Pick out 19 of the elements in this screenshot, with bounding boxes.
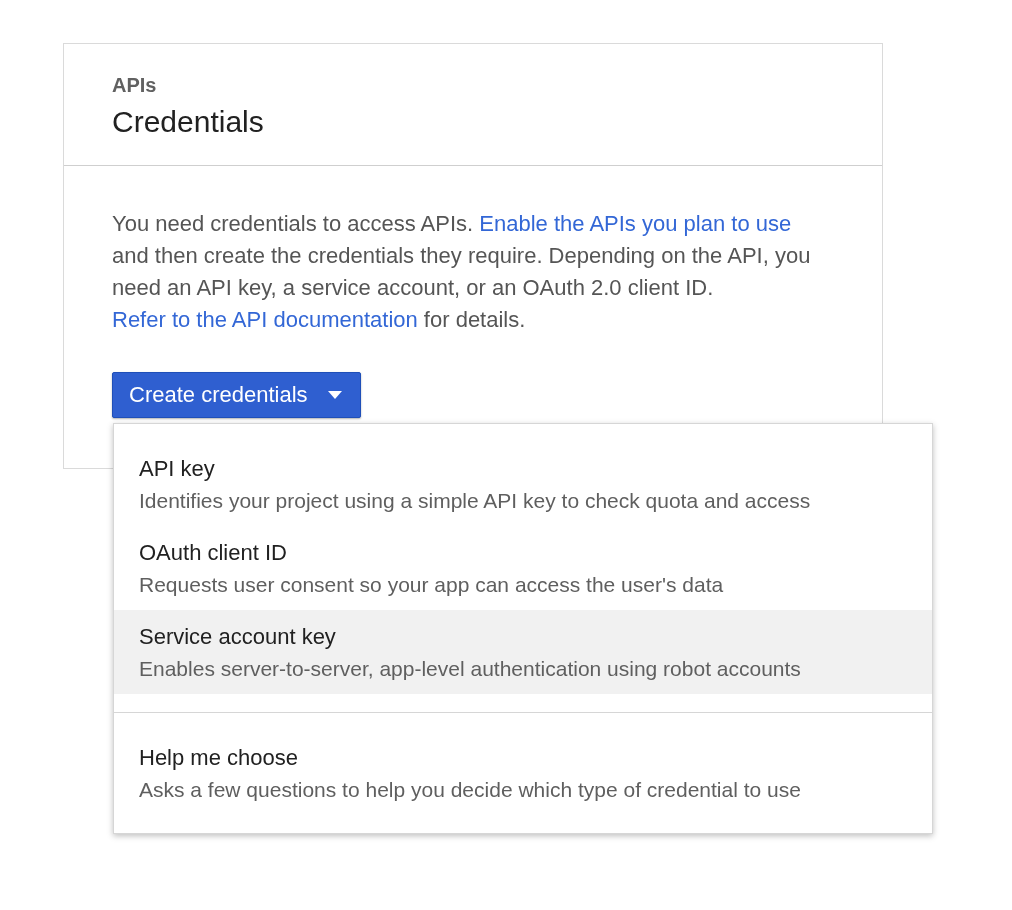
section-label: APIs [112, 74, 158, 97]
menu-item-title: OAuth client ID [139, 539, 288, 567]
menu-item[interactable]: Help me choose Asks a few questions to help you decide which type of credential to use [114, 731, 932, 815]
menu-item-title: Service account key [139, 623, 337, 651]
link[interactable]: Enable the APIs you plan to use [479, 211, 792, 236]
menu-item[interactable]: Service account key Enables server-to-server, app-level authentication using robot accounts [114, 610, 932, 694]
link[interactable]: Refer to the API documentation [112, 307, 418, 332]
menu-item-description: Enables server-to-server, app-level authentication using robot accounts [139, 656, 802, 682]
caret-icon [327, 391, 342, 399]
menu-item-title: API key [139, 455, 216, 483]
menu-item-description: Identifies your project using a simple API key to check quota and access [139, 488, 812, 514]
menu-item-description: Requests user consent so your app can access the user's data [139, 572, 725, 598]
menu-item-title: Help me choose [139, 744, 299, 772]
create-credentials-button[interactable]: Create credentials [112, 372, 361, 418]
menu-item[interactable]: OAuth client ID Requests user consent so your app can access the user's data [114, 526, 932, 610]
intro-paragraph: You need credentials to access APIs. Enable the APIs you plan to use and then create the credentials they require. Depending on the API, you need an API key, a service account, or an OAuth 2.0 client ID. Refer to the API documentation for details. [112, 210, 812, 334]
menu-item-description: Asks a few questions to help you decide which type of credential to use [139, 777, 802, 803]
menu-item[interactable]: API key Identifies your project using a simple API key to check quota and access [114, 442, 932, 526]
page-title: Credentials [112, 105, 265, 139]
